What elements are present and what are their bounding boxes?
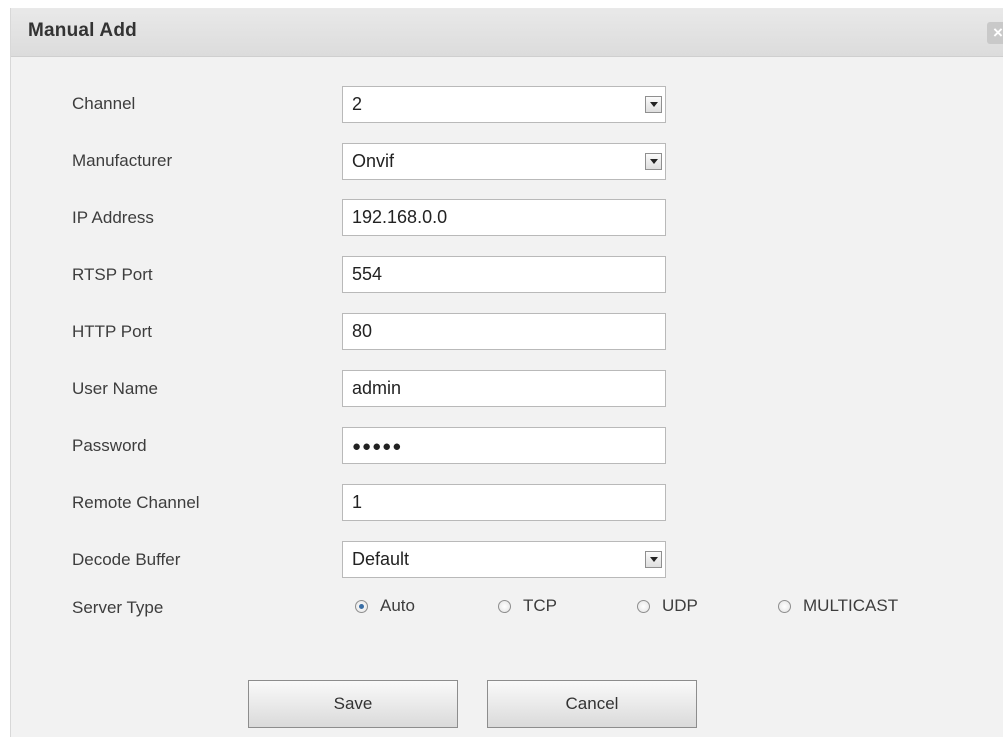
server-type-auto-label: Auto <box>380 596 415 615</box>
password-masked-value: ●●●●● <box>352 438 403 455</box>
rtsp-port-input[interactable]: 554 <box>342 256 666 293</box>
manufacturer-value: Onvif <box>352 151 395 171</box>
radio-unchecked-icon <box>778 599 791 613</box>
rtsp-port-label: RTSP Port <box>72 265 153 284</box>
chevron-down-icon[interactable] <box>645 551 662 568</box>
save-button[interactable]: Save <box>248 680 458 728</box>
remote-channel-label: Remote Channel <box>72 493 200 512</box>
radio-unchecked-icon <box>498 599 511 613</box>
channel-select[interactable]: 2 <box>342 86 666 123</box>
server-type-label: Server Type <box>72 598 164 617</box>
chevron-down-icon[interactable] <box>645 96 662 113</box>
manufacturer-select[interactable]: Onvif <box>342 143 666 180</box>
remote-channel-input[interactable]: 1 <box>342 484 666 521</box>
password-label: Password <box>72 436 147 455</box>
channel-label: Channel <box>72 94 136 113</box>
radio-unchecked-icon <box>637 599 650 613</box>
server-type-multicast-radio[interactable]: MULTICAST <box>778 594 898 618</box>
decode-buffer-select[interactable]: Default <box>342 541 666 578</box>
decode-buffer-label: Decode Buffer <box>72 550 181 569</box>
user-name-input[interactable]: admin <box>342 370 666 407</box>
server-type-udp-radio[interactable]: UDP <box>637 594 698 618</box>
dialog-title: Manual Add <box>28 20 137 41</box>
server-type-multicast-label: MULTICAST <box>803 596 899 615</box>
chevron-down-icon[interactable] <box>645 153 662 170</box>
close-icon[interactable]: × <box>987 22 1003 44</box>
decode-buffer-value: Default <box>352 549 410 569</box>
password-input[interactable]: ●●●●● <box>342 427 666 464</box>
http-port-label: HTTP Port <box>72 322 152 341</box>
manufacturer-label: Manufacturer <box>72 151 173 170</box>
ip-address-label: IP Address <box>72 208 154 227</box>
cancel-button[interactable]: Cancel <box>487 680 697 728</box>
radio-checked-icon <box>355 599 368 613</box>
http-port-input[interactable]: 80 <box>342 313 666 350</box>
server-type-auto-radio[interactable]: Auto <box>355 594 415 618</box>
channel-value: 2 <box>352 94 363 114</box>
server-type-tcp-label: TCP <box>523 596 557 615</box>
ip-address-input[interactable]: 192.168.0.0 <box>342 199 666 236</box>
server-type-tcp-radio[interactable]: TCP <box>498 594 557 618</box>
user-name-label: User Name <box>72 379 158 398</box>
server-type-udp-label: UDP <box>662 596 698 615</box>
dialog-titlebar: Manual Add × <box>11 8 1003 57</box>
